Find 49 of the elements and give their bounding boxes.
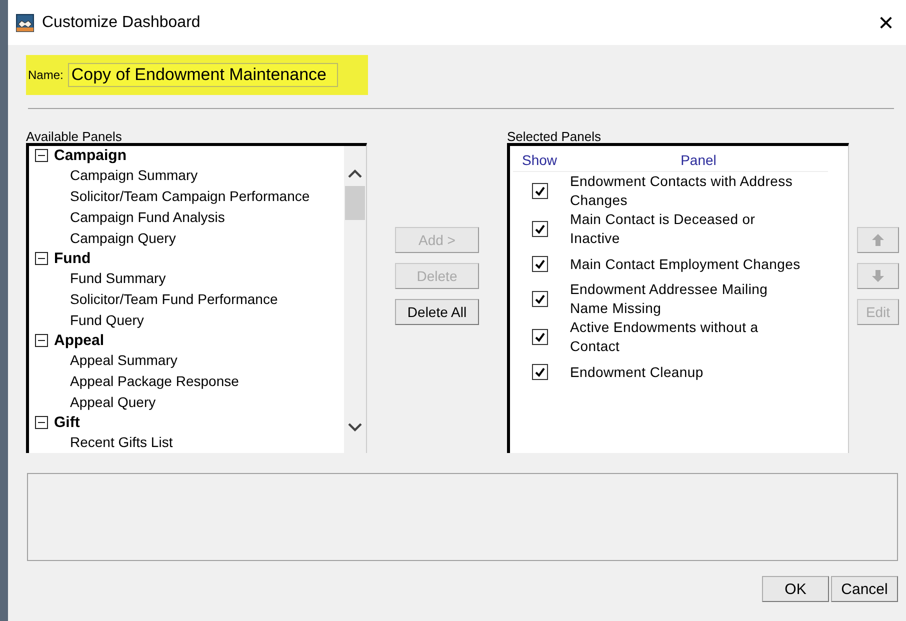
- tree-item[interactable]: Solicitor/Team Fund Performance: [35, 289, 344, 310]
- tree-group-label[interactable]: Gift: [54, 414, 80, 431]
- chevron-down-icon[interactable]: [347, 423, 363, 433]
- chevron-up-icon[interactable]: [347, 168, 363, 178]
- arrow-down-icon: [871, 269, 885, 283]
- checkbox[interactable]: [532, 329, 548, 345]
- panel-name: Endowment Contacts with Address Changes: [570, 172, 794, 210]
- panel-name: Main Contact Employment Changes: [570, 254, 802, 274]
- collapse-icon[interactable]: [35, 149, 48, 162]
- scrollbar-thumb[interactable]: [345, 186, 365, 220]
- tree-item[interactable]: Solicitor/Team Campaign Performance: [35, 186, 344, 207]
- tree-item[interactable]: Fund Query: [35, 310, 344, 331]
- collapse-icon[interactable]: [35, 334, 48, 347]
- checkbox[interactable]: [532, 364, 548, 380]
- checkbox[interactable]: [532, 256, 548, 272]
- panel-name: Endowment Addressee Mailing Name Missing: [570, 280, 769, 318]
- tree-item[interactable]: Recent Gifts List: [35, 432, 344, 453]
- close-button[interactable]: ✕: [866, 2, 906, 42]
- panel-name: Main Contact is Deceased or Inactive: [570, 210, 756, 248]
- tree-item[interactable]: Campaign Summary: [35, 165, 344, 186]
- name-field[interactable]: Copy of Endowment Maintenance: [68, 63, 338, 87]
- tree-group-label[interactable]: Campaign: [54, 147, 127, 164]
- section-label: Selected Panels: [507, 129, 602, 143]
- tree-group-label[interactable]: Fund: [54, 250, 91, 267]
- tree-item[interactable]: Appeal Query: [35, 392, 344, 413]
- panel-name: Endowment Cleanup: [570, 362, 704, 382]
- checkbox[interactable]: [532, 291, 548, 307]
- tree-item[interactable]: Campaign Query: [35, 228, 344, 249]
- window-title: Customize Dashboard: [42, 14, 200, 32]
- section-label: Available Panels: [26, 129, 123, 143]
- tree-group-label[interactable]: Appeal: [54, 332, 104, 349]
- column-header[interactable]: Panel: [569, 152, 828, 168]
- dialog-button[interactable]: Cancel: [831, 576, 898, 602]
- handshake-icon: [16, 14, 34, 32]
- collapse-icon[interactable]: [35, 416, 48, 429]
- name-label: Name:: [28, 68, 64, 82]
- tree-item[interactable]: Campaign Fund Analysis: [35, 207, 344, 228]
- arrow-up-icon: [871, 233, 885, 247]
- panel-name: Active Endowments without a Contact: [570, 318, 760, 356]
- checkbox[interactable]: [532, 221, 548, 237]
- action-button[interactable]: Delete All: [395, 299, 479, 325]
- tree-item[interactable]: Fund Summary: [35, 268, 344, 289]
- dialog-button[interactable]: OK: [762, 576, 829, 602]
- checkbox[interactable]: [532, 183, 548, 199]
- tree-item[interactable]: Appeal Summary: [35, 350, 344, 371]
- collapse-icon[interactable]: [35, 252, 48, 265]
- scrollbar[interactable]: [344, 146, 366, 453]
- column-header[interactable]: Show: [513, 152, 569, 168]
- tree-item[interactable]: Appeal Package Response: [35, 371, 344, 392]
